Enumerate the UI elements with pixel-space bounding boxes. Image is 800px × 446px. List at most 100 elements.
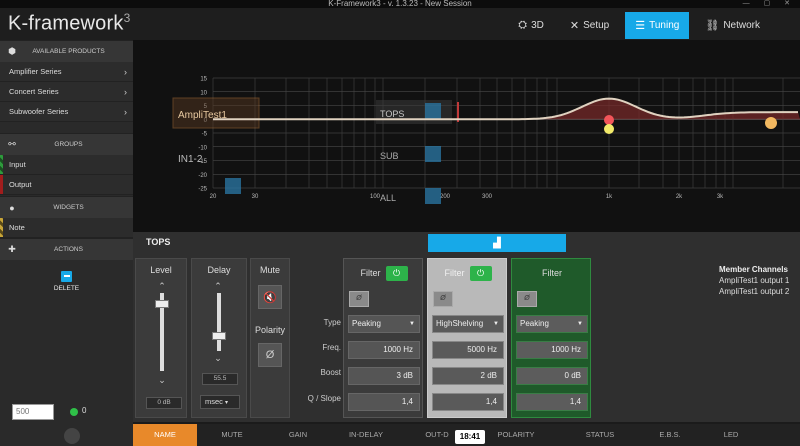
level-fader-knob[interactable] (155, 300, 169, 308)
window-title: K-Framework3 - v. 1.3.23 - New Session (328, 0, 472, 8)
y-tick-label: -10 (198, 145, 207, 151)
eq-graph[interactable]: 15 10 5 0 -5 -10 -15 -20 -25 20 30 100 200 300 1k 2k 3k… (133, 40, 800, 232)
cube-icon: ⬢ (8, 46, 16, 56)
eq-graph-svg: 151050-5-10-15-20-25 20 30 100 200 300 1k 2k 3k… (172, 77, 800, 204)
filter-2-type-select[interactable]: HighShelving ▼ (432, 315, 504, 333)
tab-led[interactable]: LED (701, 424, 761, 446)
filter-2-boost[interactable]: 2 dB (432, 367, 504, 385)
edit-in-icon (225, 178, 241, 194)
x-tick-label: 20 (210, 194, 217, 200)
chart-icon: ▟ (493, 237, 501, 249)
speaker-mute-icon: 🔇 (263, 291, 277, 304)
tab-in-delay[interactable]: IN-DELAY (329, 424, 403, 446)
delay-fader-track[interactable] (217, 293, 221, 351)
filter-3-type-select[interactable]: Peaking ▼ (516, 315, 588, 333)
x-tick-label: 2k (676, 194, 683, 200)
tab-status[interactable]: STATUS (561, 424, 639, 446)
filter-2: Filter ⏻ Ø HighShelving ▼ 5000 Hz 2 dB 1,4 (427, 258, 507, 418)
tab-network[interactable]: ⛓ Network (695, 12, 770, 39)
sidebar-item-input[interactable]: Input (0, 155, 133, 175)
filter-3: Filter Ø Peaking ▼ 1000 Hz 0 dB 1,4 (511, 258, 591, 418)
filter-2-freq[interactable]: 5000 Hz (432, 341, 504, 359)
title-bar: K-Framework3 - v. 1.3.23 - New Session —… (0, 0, 800, 8)
filter-3-q[interactable]: 1,4 (516, 393, 588, 411)
tab-setup[interactable]: ✕ Setup (560, 12, 619, 39)
x-tick-label: 3k (717, 194, 724, 200)
sidebar-item-output[interactable]: Output (0, 175, 133, 195)
filter-3-boost[interactable]: 0 dB (516, 367, 588, 385)
polarity-icon: Ø (265, 349, 275, 361)
filter-1-phase[interactable]: Ø (349, 291, 369, 307)
level-down-icon[interactable]: ⌄ (156, 375, 168, 386)
tab-name[interactable]: NAME (133, 424, 197, 446)
section-groups[interactable]: ⚯ GROUPS (0, 133, 133, 155)
chevron-right-icon: › (124, 66, 127, 77)
filter-3-phase[interactable]: Ø (517, 291, 537, 307)
filter-3-freq[interactable]: 1000 Hz (516, 341, 588, 359)
link-icon: ⚯ (8, 139, 16, 149)
section-available-products[interactable]: ⬢ AVAILABLE PRODUCTS (0, 40, 133, 62)
top-nav: ⛭ 3D ✕ Setup ☰ Tuning ⛓ Network (508, 12, 770, 39)
mute-button[interactable]: 🔇 (258, 285, 282, 309)
sidebar-item-subwoofer-series[interactable]: Subwoofer Series › (0, 102, 133, 122)
member-channel-item[interactable]: AmpliTest1 output 2 (719, 286, 800, 297)
delay-unit-select[interactable]: msec ▾ (200, 395, 240, 409)
level-up-icon[interactable]: ⌃ (156, 281, 168, 292)
power-icon[interactable]: ⏻ (469, 265, 492, 281)
sidebar: ⬢ AVAILABLE PRODUCTS Amplifier Series › Co… (0, 40, 133, 446)
level-value[interactable]: 0 dB (146, 397, 182, 409)
filter-1: Filter ⏻ Ø Peaking ▼ 1000 Hz 3 dB 1,4 (343, 258, 423, 418)
sidebar-item-concert-series[interactable]: Concert Series › (0, 82, 133, 102)
delay-down-icon[interactable]: ⌄ (212, 353, 224, 364)
eq-point-yellow (604, 124, 614, 134)
polarity-button[interactable]: Ø (258, 343, 282, 367)
wrench-icon: ✕ (569, 20, 580, 32)
section-actions[interactable]: ✚ ACTIONS (0, 238, 133, 260)
section-widgets[interactable]: ● WIDGETS (0, 196, 133, 218)
status-dot (70, 408, 78, 416)
app-logo: K-framework3 (8, 11, 131, 35)
power-icon[interactable]: ⏻ (385, 265, 408, 281)
delete-button[interactable]: DELETE (0, 260, 133, 302)
network-icon: ⛓ (705, 20, 720, 32)
filter-1-boost[interactable]: 3 dB (348, 367, 420, 385)
delay-value[interactable]: 55.5 (202, 373, 238, 385)
value-input[interactable]: 500 (12, 404, 54, 420)
window-controls[interactable]: — ▢ ✕ (743, 0, 796, 8)
tab-3d[interactable]: ⛭ 3D (508, 12, 554, 39)
level-strip: Level ⌃ ⌄ 0 dB (135, 258, 187, 418)
sidebar-item-amplifier-series[interactable]: Amplifier Series › (0, 62, 133, 82)
eq-point-red (604, 115, 614, 125)
filter-2-phase[interactable]: Ø (433, 291, 453, 307)
app-window: K-Framework3 - v. 1.3.23 - New Session —… (0, 0, 800, 446)
y-tick-label: -5 (202, 132, 208, 138)
tuning-icon: ☰ (635, 20, 646, 32)
filter-1-q[interactable]: 1,4 (348, 393, 420, 411)
3d-icon: ⛭ (518, 19, 528, 31)
edit-tops-icon (425, 103, 441, 119)
x-tick-label: 1k (606, 194, 613, 200)
tab-mute[interactable]: MUTE (197, 424, 267, 446)
member-channels: Member Channels AmpliTest1 output 1 Ampl… (719, 264, 800, 297)
plus-icon: ✚ (8, 244, 16, 254)
x-tick-label: 200 (440, 194, 451, 200)
eq-point-orange (765, 117, 777, 129)
tab-tuning[interactable]: ☰ Tuning (625, 12, 690, 39)
tab-gain[interactable]: GAIN (267, 424, 329, 446)
filter-1-type-select[interactable]: Peaking ▼ (348, 315, 420, 333)
chevron-right-icon: › (124, 86, 127, 97)
sidebar-item-note[interactable]: Note (0, 218, 133, 238)
filter-1-freq[interactable]: 1000 Hz (348, 341, 420, 359)
tab-ebs[interactable]: E.B.S. (639, 424, 701, 446)
member-channel-item[interactable]: AmpliTest1 output 1 (719, 275, 800, 286)
x-tick-label: 30 (252, 194, 259, 200)
y-tick-label: 15 (200, 77, 207, 83)
graph-toggle-button[interactable]: ▟ (428, 234, 566, 252)
y-tick-label: -20 (198, 173, 207, 179)
filter-2-q[interactable]: 1,4 (432, 393, 504, 411)
delay-up-icon[interactable]: ⌃ (212, 281, 224, 292)
edit-all-icon (425, 188, 441, 204)
x-tick-label: 300 (482, 194, 493, 200)
delay-fader-knob[interactable] (212, 332, 226, 340)
tops-panel: TOPS ▟ Level ⌃ ⌄ 0 dB Delay ⌃ ⌄ 55.5 mse… (133, 232, 800, 422)
